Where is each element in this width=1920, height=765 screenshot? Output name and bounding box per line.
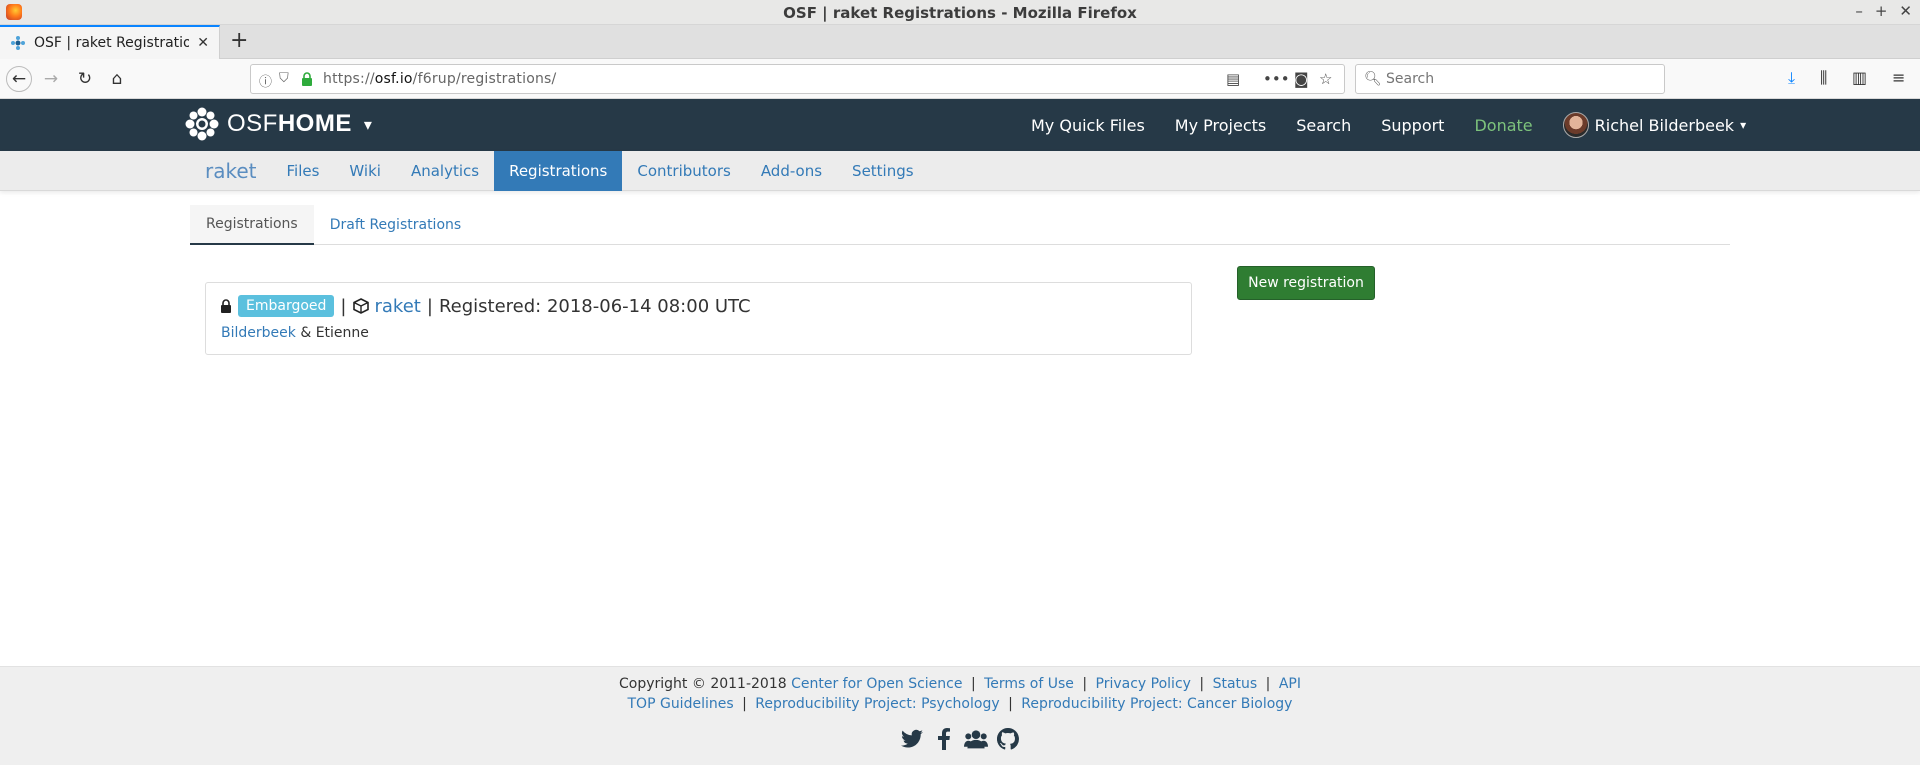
author-rest: & Etienne — [300, 325, 369, 341]
nav-my-projects[interactable]: My Projects — [1175, 116, 1266, 135]
footer-link-terms[interactable]: Terms of Use — [984, 676, 1074, 692]
registration-tabs: Registrations Draft Registrations — [190, 205, 1730, 245]
registration-date: Registered: 2018-06-14 08:00 UTC — [438, 295, 751, 317]
search-bar[interactable]: 🔍︎ — [1355, 64, 1665, 94]
footer-link-api[interactable]: API — [1279, 676, 1301, 692]
lock-icon — [302, 72, 312, 86]
footer-link-status[interactable]: Status — [1213, 676, 1258, 692]
tab-registrations[interactable]: Registrations — [190, 205, 314, 245]
bookmark-star-icon[interactable]: ☆ — [1319, 70, 1332, 88]
window-title: OSF | raket Registrations - Mozilla Fire… — [783, 4, 1137, 22]
browser-navbar: ← → ↻ ⌂ ⓘ ⛉ https://osf.io/f6rup/registr… — [0, 59, 1920, 99]
minimize-button[interactable]: – — [1855, 2, 1863, 20]
avatar — [1562, 112, 1589, 138]
downloads-icon[interactable]: ⤓ — [1788, 68, 1795, 88]
footer-link-rp-cancer[interactable]: Reproducibility Project: Cancer Biology — [1021, 696, 1292, 712]
arrow-left-icon: ← — [11, 69, 27, 89]
nav-my-quick-files[interactable]: My Quick Files — [1031, 116, 1145, 135]
cube-icon — [352, 298, 369, 314]
footer-link-rp-psychology[interactable]: Reproducibility Project: Psychology — [755, 696, 999, 712]
osf-logo-icon — [185, 107, 219, 141]
browser-tab[interactable]: OSF | raket Registrations ✕ — [0, 25, 220, 59]
osf-navbar: OSFHOME ▾ My Quick Files My Projects Sea… — [0, 99, 1920, 151]
user-caret-icon: ▾ — [1740, 118, 1747, 132]
new-registration-button[interactable]: New registration — [1237, 266, 1375, 300]
search-input[interactable] — [1386, 69, 1646, 89]
group-icon[interactable] — [964, 727, 988, 751]
project-nav-files[interactable]: Files — [272, 151, 335, 191]
pocket-icon[interactable]: ◙ — [1294, 70, 1309, 88]
sidebar-icon[interactable]: ▥ — [1852, 68, 1867, 87]
reader-view-icon[interactable]: ▤ — [1226, 70, 1240, 88]
library-icon[interactable]: ⫼ — [1820, 68, 1827, 88]
project-title[interactable]: raket — [190, 151, 272, 191]
facebook-icon[interactable] — [932, 727, 956, 751]
embargoed-badge: Embargoed — [238, 295, 335, 317]
registration-authors: Bilderbeek & Etienne — [221, 325, 369, 341]
github-icon[interactable] — [996, 727, 1020, 751]
new-tab-button[interactable]: + — [230, 29, 248, 53]
menu-icon[interactable]: ≡ — [1892, 68, 1905, 87]
registration-project-link[interactable]: raket — [375, 296, 421, 317]
home-icon: ⌂ — [111, 69, 123, 89]
project-nav-wiki[interactable]: Wiki — [334, 151, 396, 191]
close-tab-icon[interactable]: ✕ — [197, 35, 209, 51]
nav-donate[interactable]: Donate — [1474, 116, 1532, 135]
tab-draft-registrations[interactable]: Draft Registrations — [314, 205, 477, 245]
url-text[interactable]: https://osf.io/f6rup/registrations/ — [323, 71, 556, 87]
footer: Copyright © 2011-2018 Center for Open Sc… — [0, 666, 1920, 765]
tab-title: OSF | raket Registrations — [34, 35, 190, 51]
nav-search[interactable]: Search — [1296, 116, 1351, 135]
project-nav-contributors[interactable]: Contributors — [622, 151, 745, 191]
tab-bar: OSF | raket Registrations ✕ + — [0, 25, 1920, 59]
project-nav-settings[interactable]: Settings — [837, 151, 929, 191]
osf-favicon-icon — [11, 36, 25, 50]
info-icon[interactable]: ⓘ — [259, 71, 272, 90]
forward-button[interactable]: → — [38, 66, 64, 92]
chevron-down-icon[interactable]: ▾ — [364, 115, 372, 134]
author-link[interactable]: Bilderbeek — [221, 325, 296, 341]
project-nav: raket Files Wiki Analytics Registrations… — [0, 151, 1920, 191]
copyright-text: Copyright © 2011-2018 — [619, 676, 787, 692]
close-window-button[interactable]: ✕ — [1899, 2, 1912, 20]
osf-brand: OSFHOME — [227, 110, 352, 137]
reload-icon: ↻ — [77, 69, 93, 89]
reload-button[interactable]: ↻ — [72, 66, 98, 92]
project-nav-analytics[interactable]: Analytics — [396, 151, 494, 191]
footer-link-privacy[interactable]: Privacy Policy — [1096, 676, 1191, 692]
arrow-right-icon: → — [43, 69, 59, 89]
back-button[interactable]: ← — [6, 66, 32, 92]
user-name: Richel Bilderbeek — [1594, 115, 1735, 135]
user-menu[interactable]: Richel Bilderbeek ▾ — [1562, 112, 1747, 138]
registration-card: Embargoed | raket | Registered: 2018-06-… — [205, 282, 1192, 355]
lock-icon — [221, 298, 231, 313]
osf-home-logo[interactable]: OSFHOME ▾ — [185, 107, 372, 141]
window-titlebar: OSF | raket Registrations - Mozilla Fire… — [0, 0, 1920, 25]
separator: | — [426, 295, 433, 317]
home-button[interactable]: ⌂ — [104, 66, 130, 92]
maximize-button[interactable]: + — [1875, 2, 1888, 20]
more-actions-icon[interactable]: ••• — [1263, 70, 1290, 88]
project-nav-registrations[interactable]: Registrations — [494, 151, 623, 191]
project-nav-addons[interactable]: Add-ons — [746, 151, 837, 191]
footer-link-top-guidelines[interactable]: TOP Guidelines — [628, 696, 734, 712]
nav-support[interactable]: Support — [1381, 116, 1444, 135]
shield-icon[interactable]: ⛉ — [279, 71, 289, 86]
twitter-icon[interactable] — [900, 727, 924, 751]
search-icon: 🔍︎ — [1364, 71, 1382, 87]
url-bar[interactable]: ⓘ ⛉ https://osf.io/f6rup/registrations/ … — [250, 64, 1345, 94]
footer-link-cos[interactable]: Center for Open Science — [791, 676, 962, 692]
separator: | — [340, 295, 347, 317]
